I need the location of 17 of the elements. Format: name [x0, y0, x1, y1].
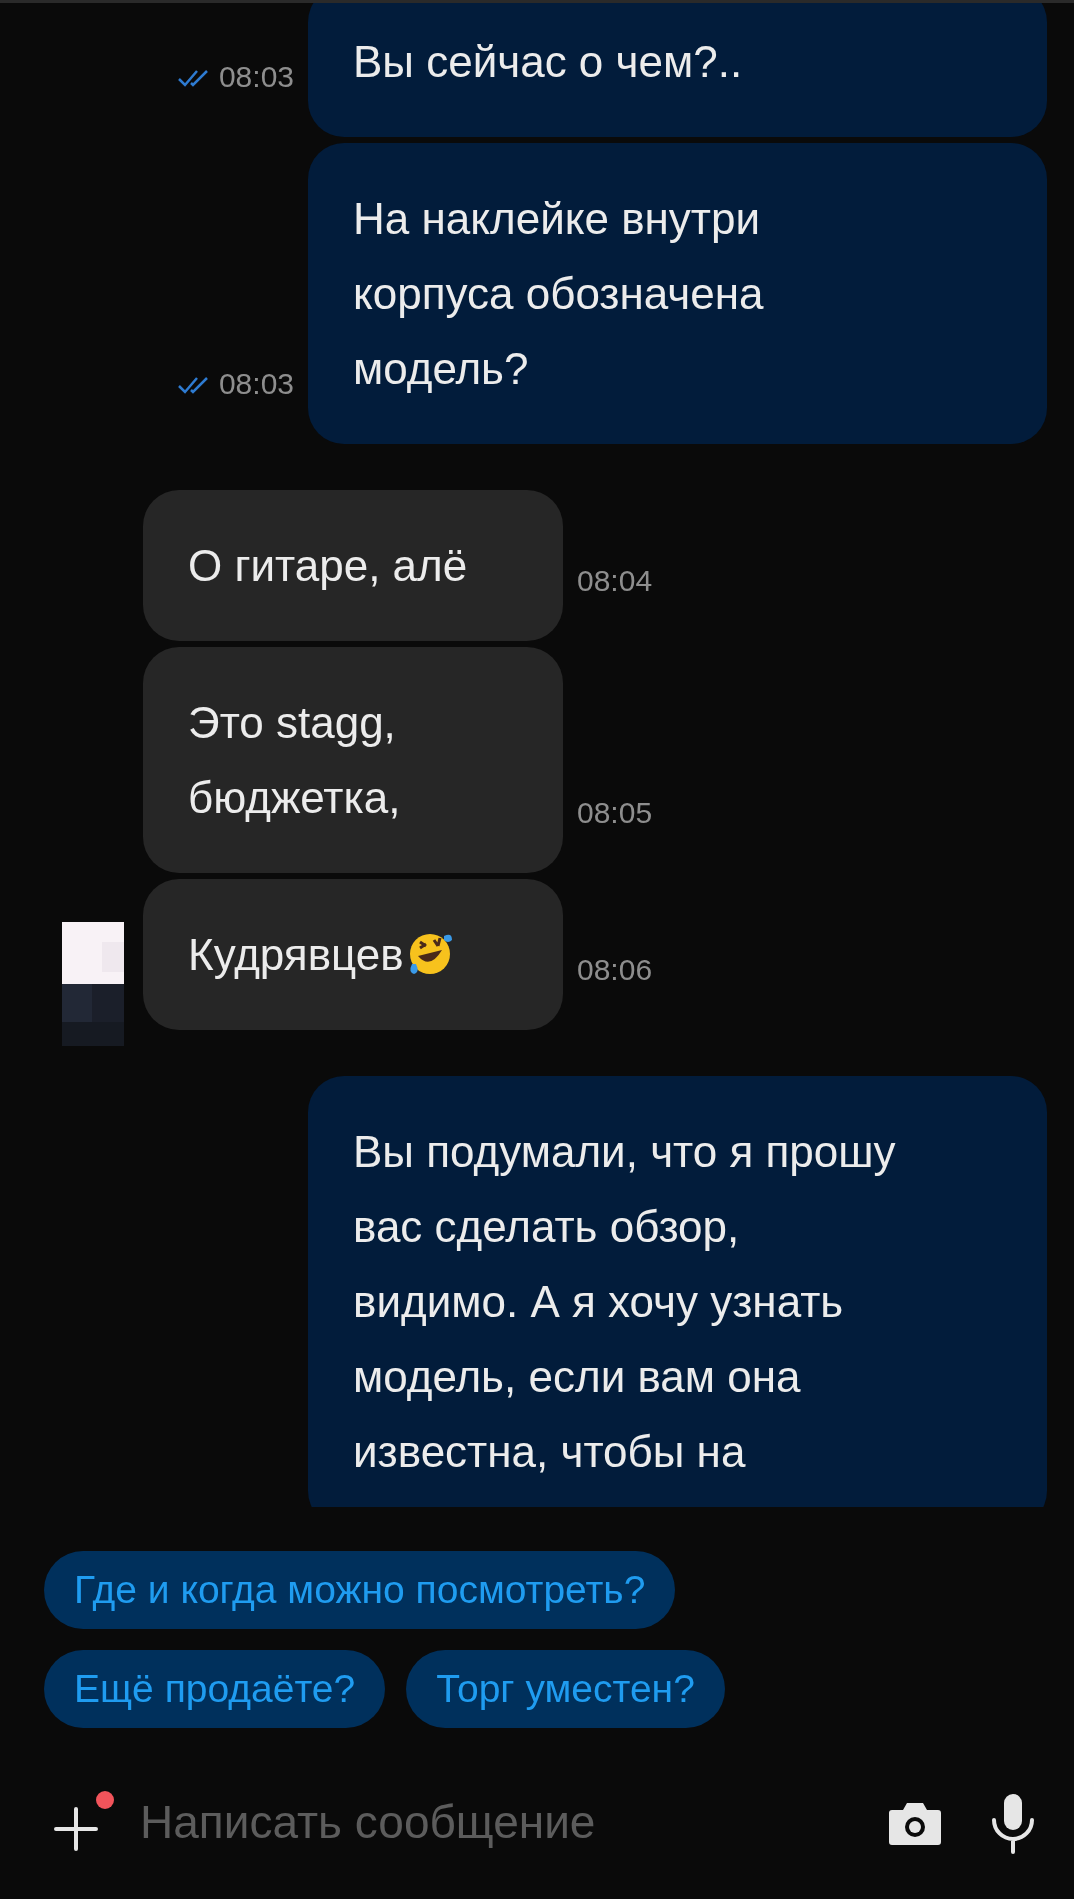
plus-icon[interactable]: [52, 1804, 100, 1853]
message-time: 08:05: [577, 795, 653, 831]
message-time: 08:03: [218, 366, 294, 402]
quick-reply-chip[interactable]: Где и когда можно посмотреть?: [44, 1551, 676, 1629]
quick-reply-chip[interactable]: Торг уместен?: [406, 1650, 725, 1728]
message-text: На наклейке внутри корпуса обозначена модель?: [353, 194, 764, 393]
message-input[interactable]: Написать сообщение: [140, 1788, 868, 1857]
message-text: Это stagg, бюджетка,: [188, 698, 401, 822]
message-text: О гитаре, алё: [188, 541, 468, 590]
quick-reply-chip[interactable]: Ещё продаёте?: [44, 1650, 386, 1728]
message-time: 08:03: [218, 59, 294, 95]
message-text: Кудрявцев: [188, 930, 454, 979]
message-time: 08:06: [577, 952, 653, 988]
microphone-icon[interactable]: [990, 1791, 1036, 1854]
message-text: Вы подумали, что я прошу вас сделать обзор, видимо. А я хочу узнать модель, если вам она известна, чтобы на: [353, 1127, 896, 1476]
message-time: 08:04: [577, 563, 653, 599]
message-text: Вы сейчас о чем?..: [353, 37, 743, 86]
